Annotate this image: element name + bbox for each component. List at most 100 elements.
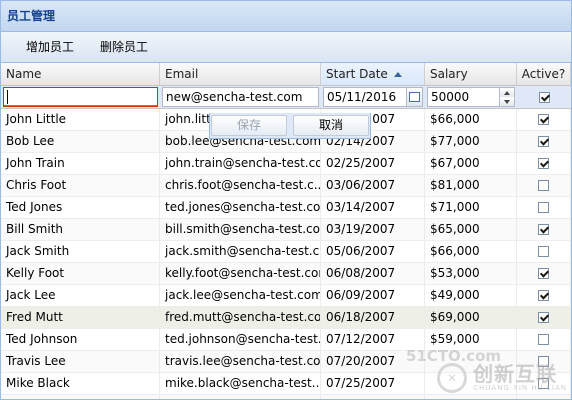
cell-email[interactable]: john.train@sencha-test.com [160, 153, 321, 174]
cell-name[interactable]: Travis Lee [1, 351, 160, 372]
table-row[interactable]: John Train john.train@sencha-test.com 02/2… [1, 153, 571, 175]
table-row[interactable]: Kelly Foot kelly.foot@sencha-test.com 06/0… [1, 263, 571, 285]
cell-email[interactable]: travis.lee@sencha-test.com [160, 351, 321, 372]
watermark-subtitle: CHUANG XIN HU LIAN [473, 384, 567, 393]
start-date-field[interactable]: 05/11/2016 [323, 87, 423, 107]
column-header-email[interactable]: Email [160, 63, 321, 85]
cell-active [517, 109, 571, 130]
arrow-down-icon [504, 99, 510, 104]
table-row[interactable]: Travis Jonestravis.jones@sencha-test....… [1, 395, 571, 399]
cell-salary[interactable]: $49,000 [425, 285, 517, 306]
cell-start[interactable]: 05/06/2007 [321, 241, 425, 262]
active-checkbox[interactable] [538, 180, 549, 191]
table-row[interactable]: Bill Smith bill.smith@sencha-test.com 03/1… [1, 219, 571, 241]
cell-name[interactable]: John Little [1, 109, 160, 130]
column-header-salary[interactable]: Salary [425, 63, 517, 85]
cell-name[interactable]: Travis Jones [1, 395, 160, 399]
cell-email[interactable]: kelly.foot@sencha-test.com [160, 263, 321, 284]
cell-start[interactable]: 03/19/2007 [321, 219, 425, 240]
cell-salary[interactable]: $66,000 [425, 241, 517, 262]
cell-salary[interactable]: $66,000 [425, 109, 517, 130]
cell-start[interactable]: 11/10/2007 [321, 395, 425, 399]
cell-name[interactable]: John Train [1, 153, 160, 174]
cell-start[interactable]: 03/14/2007 [321, 197, 425, 218]
cell-name[interactable]: Ted Jones [1, 197, 160, 218]
cancel-button[interactable]: 取消 [293, 115, 369, 136]
email-field[interactable]: new@sencha-test.com [162, 87, 319, 107]
cell-active [517, 329, 571, 350]
cell-salary[interactable]: $71,000 [425, 197, 517, 218]
cell-name[interactable]: Fred Mutt [1, 307, 160, 328]
salary-spinner[interactable] [499, 88, 514, 106]
active-checkbox[interactable] [538, 312, 549, 323]
cell-name[interactable]: Ted Johnson [1, 329, 160, 350]
sort-ascending-icon [393, 71, 402, 77]
active-checkbox[interactable] [538, 246, 549, 257]
cell-email[interactable]: mike.black@sencha-test.... [160, 373, 321, 394]
active-checkbox[interactable] [538, 224, 549, 235]
cell-start[interactable]: 06/08/2007 [321, 263, 425, 284]
table-row[interactable]: Jack Lee jack.lee@sencha-test.com 06/09/20… [1, 285, 571, 307]
active-checkbox[interactable] [538, 268, 549, 279]
cell-name[interactable]: Mike Black [1, 373, 160, 394]
cell-name[interactable]: Jack Lee [1, 285, 160, 306]
column-header-start-date[interactable]: Start Date [321, 63, 425, 85]
active-checkbox[interactable] [538, 334, 549, 345]
cell-email[interactable]: travis.jones@sencha-test.... [160, 395, 321, 399]
cell-email[interactable]: ted.johnson@sencha-test.... [160, 329, 321, 350]
active-checkbox[interactable] [538, 158, 549, 169]
cell-salary[interactable]: $69,000 [425, 307, 517, 328]
table-row[interactable]: Fred Mutt fred.mutt@sencha-test.com 06/18/… [1, 307, 571, 329]
name-field[interactable] [3, 87, 158, 107]
column-header-active[interactable]: Active? [517, 63, 571, 85]
cell-name[interactable]: Kelly Foot [1, 263, 160, 284]
cell-start[interactable]: 06/18/2007 [321, 307, 425, 328]
save-button[interactable]: 保存 [211, 115, 287, 136]
active-checkbox[interactable] [538, 202, 549, 213]
date-picker-trigger[interactable] [406, 88, 422, 106]
column-header-name[interactable]: Name [1, 63, 160, 85]
cell-name[interactable]: Jack Smith [1, 241, 160, 262]
row-editor-buttons: 保存 取消 [209, 113, 371, 139]
table-row[interactable]: Ted Jones ted.jones@sencha-test.com 03/14/… [1, 197, 571, 219]
cell-start[interactable]: 02/25/2007 [321, 153, 425, 174]
cell-name[interactable]: Bob Lee [1, 131, 160, 152]
salary-field[interactable]: 50000 [427, 87, 515, 107]
cell-email[interactable]: jack.lee@sencha-test.com [160, 285, 321, 306]
active-checkbox[interactable] [538, 114, 549, 125]
spinner-up-button[interactable] [500, 88, 514, 97]
cell-salary[interactable]: $67,000 [425, 153, 517, 174]
cell-name[interactable]: Bill Smith [1, 219, 160, 240]
cell-active [517, 219, 571, 240]
cell-active [517, 175, 571, 196]
cell-email[interactable]: ted.jones@sencha-test.com [160, 197, 321, 218]
cell-email[interactable]: chris.foot@sencha-test.c... [160, 175, 321, 196]
cell-active [517, 307, 571, 328]
cell-salary[interactable]: $65,000 [425, 219, 517, 240]
calendar-icon [409, 92, 420, 102]
cell-active [517, 285, 571, 306]
cell-salary[interactable]: $81,000 [425, 175, 517, 196]
cell-salary[interactable]: $77,000 [425, 131, 517, 152]
active-checkbox[interactable] [538, 290, 549, 301]
cell-email[interactable]: fred.mutt@sencha-test.com [160, 307, 321, 328]
cell-email[interactable]: bill.smith@sencha-test.com [160, 219, 321, 240]
cell-active [517, 395, 571, 399]
cell-salary[interactable]: $53,000 [425, 263, 517, 284]
spinner-down-button[interactable] [500, 97, 514, 106]
table-row[interactable]: Chris Foot chris.foot@sencha-test.c... 03/… [1, 175, 571, 197]
cell-active [517, 131, 571, 152]
watermark: ✕ 创新互联 CHUANG XIN HU LIAN [437, 363, 567, 393]
table-row[interactable]: Jack Smith jack.smith@sencha-test.com 05/0… [1, 241, 571, 263]
cell-start[interactable]: 07/25/2007 [321, 373, 425, 394]
cell-start[interactable]: 03/06/2007 [321, 175, 425, 196]
cell-start[interactable]: 06/09/2007 [321, 285, 425, 306]
active-checkbox-editor[interactable] [538, 91, 550, 103]
cell-salary[interactable] [425, 395, 517, 399]
cell-name[interactable]: Chris Foot [1, 175, 160, 196]
cell-email[interactable]: jack.smith@sencha-test.com [160, 241, 321, 262]
add-employee-button[interactable]: 增加员工 [13, 36, 87, 58]
delete-employee-button[interactable]: 删除员工 [87, 36, 161, 58]
brand-logo-icon: ✕ [437, 363, 468, 393]
active-checkbox[interactable] [538, 136, 549, 147]
